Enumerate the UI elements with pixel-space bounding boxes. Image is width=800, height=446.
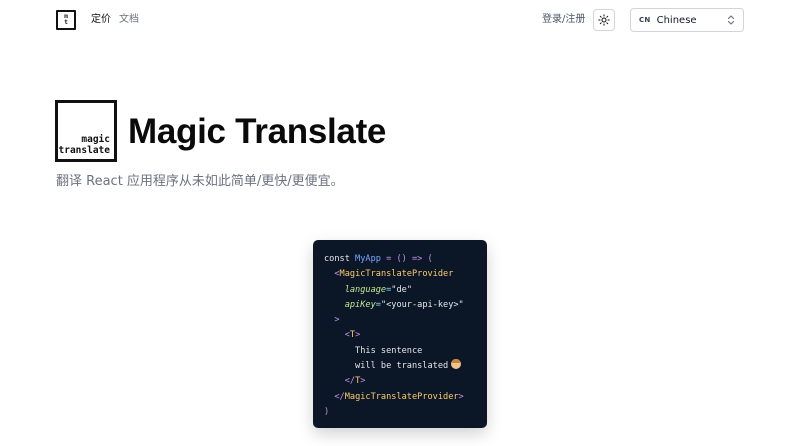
code-line-6: <T> xyxy=(324,328,487,343)
person-emoji-icon xyxy=(451,359,462,370)
code-token: const xyxy=(324,254,356,264)
code-token: </ xyxy=(334,391,345,402)
code-token: will be translated xyxy=(355,361,449,372)
code-line-2: <MagicTranslateProvider xyxy=(324,267,487,282)
nav-docs-link[interactable]: 文档 xyxy=(119,14,139,26)
code-line-1: const MyApp = () => ( xyxy=(324,252,487,267)
sun-icon xyxy=(598,14,610,26)
code-example-card: const MyApp = () => ( <MagicTranslatePro… xyxy=(313,240,487,428)
code-token: MagicTranslateProvider xyxy=(344,391,459,402)
theme-toggle-button[interactable] xyxy=(593,9,615,31)
code-token: MagicTranslateProvider xyxy=(339,269,454,280)
code-line-11: ) xyxy=(324,405,487,420)
code-line-10: </MagicTranslateProvider> xyxy=(324,390,487,405)
code-token: > xyxy=(355,330,361,341)
logo-letter-t: t xyxy=(64,19,68,26)
code-token: > xyxy=(360,376,366,387)
language-select[interactable]: CN Chinese xyxy=(630,8,744,32)
language-name: Chinese xyxy=(656,14,697,26)
nav-pricing-link[interactable]: 定价 xyxy=(91,14,111,26)
top-navbar: m t 定价 文档 登录/注册 CN Chinese xyxy=(0,0,800,40)
code-token: ) xyxy=(324,406,330,417)
code-token: </ xyxy=(344,376,356,387)
hero-logo: magic translate xyxy=(55,100,117,162)
page-subtitle: 翻译 React 应用程序从未如此简单/更快/更便宜。 xyxy=(56,174,344,189)
code-token: > xyxy=(458,391,464,402)
code-token: language xyxy=(344,284,387,295)
code-line-7: This sentence xyxy=(324,344,487,359)
logo-icon[interactable]: m t xyxy=(56,10,76,30)
code-token: MyApp xyxy=(355,254,381,264)
page-title: Magic Translate xyxy=(128,112,387,151)
login-register-link[interactable]: 登录/注册 xyxy=(542,14,585,26)
code-token: > xyxy=(334,315,340,326)
code-token: "<your-api-key>" xyxy=(380,299,464,310)
hero-logo-line1: magic xyxy=(81,134,110,145)
code-token: apiKey xyxy=(344,299,376,310)
code-token: = () => ( xyxy=(380,254,433,264)
chevron-up-down-icon xyxy=(727,15,735,25)
code-line-9: </T> xyxy=(324,374,487,389)
code-token: This sentence xyxy=(355,345,423,356)
code-line-3: language="de" xyxy=(324,283,487,298)
language-code: CN xyxy=(639,16,651,24)
code-line-5: > xyxy=(324,313,487,328)
hero-logo-line2: translate xyxy=(58,145,110,156)
code-token: "de" xyxy=(391,284,412,295)
code-line-4: apiKey="<your-api-key>" xyxy=(324,298,487,313)
code-line-8: will be translated xyxy=(324,359,487,374)
